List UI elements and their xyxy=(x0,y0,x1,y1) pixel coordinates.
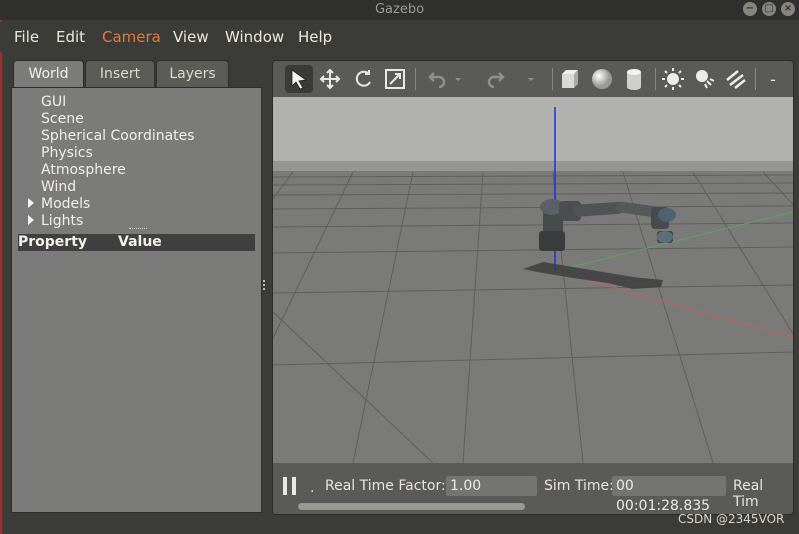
property-table-header: Property Value xyxy=(18,234,255,251)
panel-resize-handle[interactable] xyxy=(129,228,147,230)
pause-icon[interactable] xyxy=(283,477,297,495)
tree-item-models[interactable]: Models xyxy=(41,196,90,212)
status-scrollbar[interactable] xyxy=(298,503,525,510)
toolbar-separator xyxy=(415,68,416,90)
menu-window[interactable]: Window xyxy=(225,28,284,46)
scene-canvas xyxy=(273,97,793,463)
world-tree-panel: GUI Scene Spherical Coordinates Physics … xyxy=(11,87,262,513)
window-left-accent xyxy=(0,0,2,534)
property-column-header: Property xyxy=(18,234,88,250)
tree-item-physics[interactable]: Physics xyxy=(41,145,93,161)
status-bar: . Real Time Factor: 1.00 Sim Time: 00 00… xyxy=(273,463,793,514)
undo-dropdown-icon[interactable] xyxy=(451,65,465,93)
menu-edit[interactable]: Edit xyxy=(56,28,85,46)
scene-toolbar: - xyxy=(273,61,793,96)
select-arrow-icon[interactable] xyxy=(285,65,313,93)
real-time-label: Real Tim xyxy=(733,478,764,510)
toolbar-separator xyxy=(755,68,756,90)
translate-icon[interactable] xyxy=(316,65,344,93)
menu-view[interactable]: View xyxy=(173,28,209,46)
render-viewport: - . Real Time Factor: 1.00 Sim Time: 00 … xyxy=(272,60,794,515)
value-column-header: Value xyxy=(118,234,162,250)
watermark: CSDN @2345VOR xyxy=(678,512,785,526)
toolbar-separator xyxy=(655,68,656,90)
sim-time-label: Sim Time: xyxy=(544,478,614,494)
toolbar-separator xyxy=(552,68,553,90)
directional-light-icon[interactable] xyxy=(722,65,750,93)
title-bar: Gazebo − □ × xyxy=(0,0,799,20)
rotate-icon[interactable] xyxy=(349,65,377,93)
window-controls: − □ × xyxy=(743,2,795,16)
menu-help[interactable]: Help xyxy=(298,28,332,46)
tree-item-scene[interactable]: Scene xyxy=(41,111,84,127)
close-button[interactable]: × xyxy=(781,2,795,16)
tree-item-atmosphere[interactable]: Atmosphere xyxy=(41,162,126,178)
redo-dropdown-icon[interactable] xyxy=(524,65,538,93)
point-light-icon[interactable] xyxy=(659,65,687,93)
redo-icon[interactable] xyxy=(483,65,511,93)
step-dot: . xyxy=(310,480,315,496)
expand-arrow-icon[interactable] xyxy=(28,198,34,208)
window-title: Gazebo xyxy=(374,2,425,17)
minimize-button[interactable]: − xyxy=(743,2,757,16)
tree-item-gui[interactable]: GUI xyxy=(41,94,66,110)
tab-layers[interactable]: Layers xyxy=(156,60,229,88)
real-time-factor-value: 1.00 xyxy=(446,476,537,496)
menu-camera[interactable]: Camera xyxy=(102,28,161,46)
cylinder-icon[interactable] xyxy=(620,65,648,93)
sim-time-value: 00 00:01:28.835 xyxy=(612,476,726,514)
maximize-button[interactable]: □ xyxy=(762,2,776,16)
menu-file[interactable]: File xyxy=(14,28,39,46)
tab-insert[interactable]: Insert xyxy=(85,60,155,88)
spot-light-icon[interactable] xyxy=(691,65,719,93)
more-icon[interactable]: - xyxy=(763,65,783,93)
tab-world[interactable]: World xyxy=(13,60,84,88)
3d-scene[interactable] xyxy=(273,97,793,463)
menu-bar: File Edit Camera View Window Help xyxy=(0,22,799,52)
panel-splitter[interactable] xyxy=(262,278,266,298)
box-icon[interactable] xyxy=(556,65,584,93)
tree-item-wind[interactable]: Wind xyxy=(41,179,76,195)
real-time-factor-label: Real Time Factor: xyxy=(325,478,446,494)
tree-item-lights[interactable]: Lights xyxy=(41,213,83,229)
sphere-icon[interactable] xyxy=(588,65,616,93)
undo-icon[interactable] xyxy=(422,65,450,93)
expand-arrow-icon[interactable] xyxy=(28,215,34,225)
left-panel: World Insert Layers GUI Scene Spherical … xyxy=(11,60,262,513)
tree-item-spherical-coordinates[interactable]: Spherical Coordinates xyxy=(41,128,195,144)
scale-icon[interactable] xyxy=(381,65,409,93)
